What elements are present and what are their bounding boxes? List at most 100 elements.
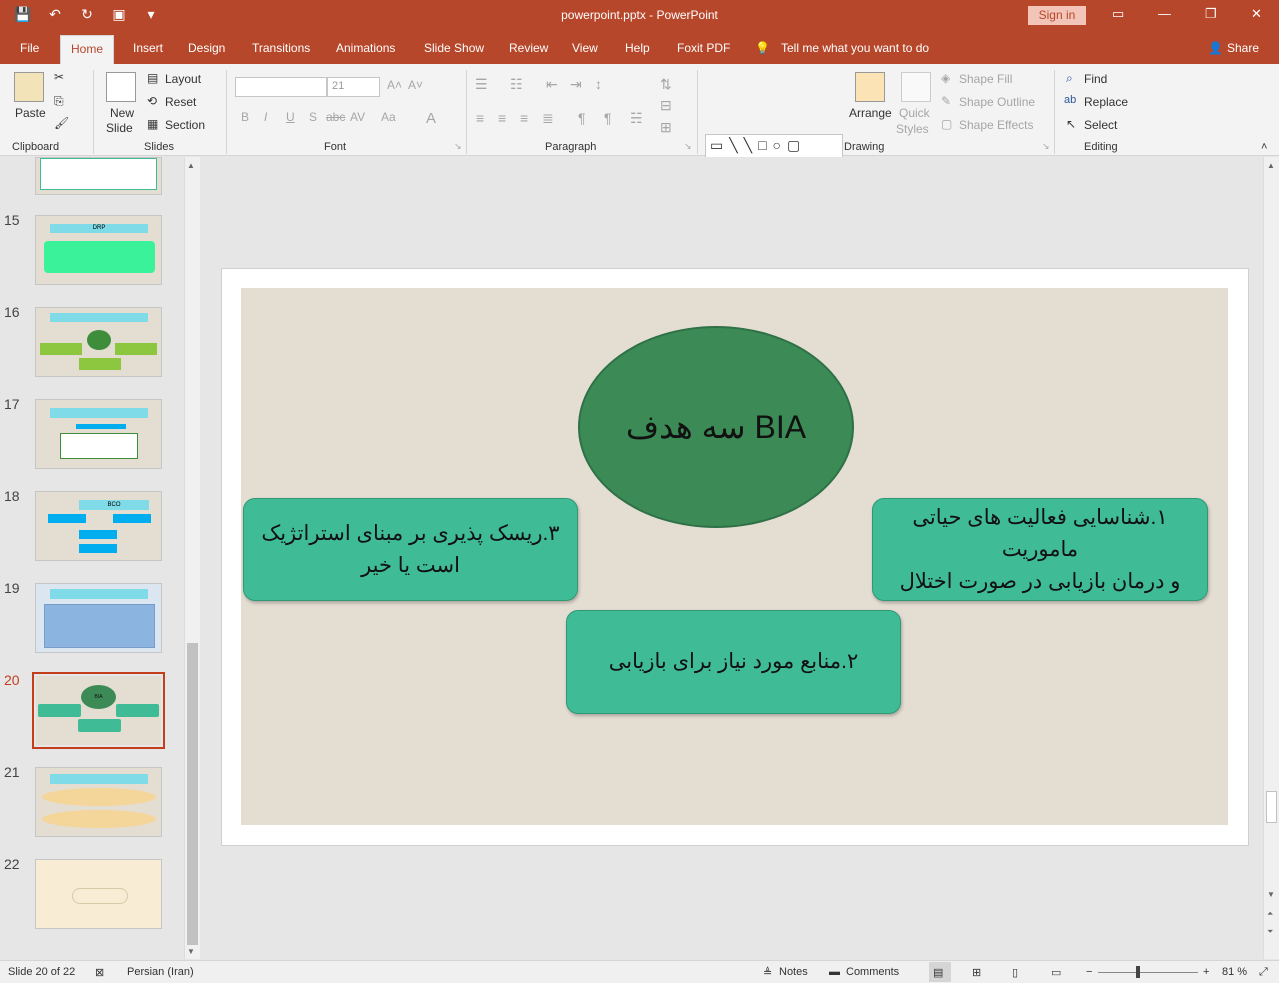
fit-to-window-icon[interactable]: ⤢ (1259, 966, 1268, 979)
char-spacing-button[interactable]: AV (350, 110, 365, 124)
columns-icon[interactable]: ☵ (630, 110, 643, 127)
replace-button[interactable]: Replace (1084, 95, 1128, 109)
zoom-slider-thumb[interactable] (1136, 966, 1140, 978)
reading-view-icon[interactable]: ▯ (1012, 966, 1018, 979)
arrange-button[interactable]: Arrange (849, 106, 892, 120)
change-case-button[interactable]: Aa (381, 110, 396, 124)
quick-styles-label-2[interactable]: Styles (896, 122, 929, 136)
ltr-icon[interactable]: ¶ (604, 110, 612, 126)
thumbnails-scrollbar[interactable]: ▲ ▼ (184, 157, 200, 959)
scroll-up-icon[interactable]: ▲ (187, 161, 195, 170)
cut-icon[interactable]: ✂ (54, 70, 64, 84)
increase-indent-icon[interactable]: ⇥ (570, 76, 582, 93)
tab-slide-show[interactable]: Slide Show (424, 41, 484, 55)
reset-button[interactable]: Reset (165, 95, 196, 109)
slide-thumbnail-18[interactable]: BCO (35, 491, 162, 561)
shape-fill-button[interactable]: Shape Fill (959, 72, 1012, 86)
shrink-font-icon[interactable]: A˅ (408, 78, 423, 92)
paste-icon[interactable] (14, 72, 44, 102)
format-painter-icon[interactable]: 🖌 (54, 116, 69, 130)
align-right-icon[interactable]: ≡ (520, 110, 528, 126)
slide-thumbnail-16[interactable] (35, 307, 162, 377)
tab-transitions[interactable]: Transitions (252, 41, 310, 55)
slide-thumbnail-21[interactable] (35, 767, 162, 837)
tab-insert[interactable]: Insert (133, 41, 163, 55)
justify-icon[interactable]: ≣ (542, 110, 554, 127)
collapse-ribbon-icon[interactable]: ˄ (1261, 141, 1267, 153)
font-dialog-launcher-icon[interactable]: ↘ (454, 141, 462, 152)
tab-help[interactable]: Help (625, 41, 650, 55)
notes-button[interactable]: Notes (779, 966, 808, 978)
strikethrough-button[interactable]: abc (326, 110, 345, 124)
slide-thumbnail-19[interactable] (35, 583, 162, 653)
slide-show-icon[interactable]: ▭ (1051, 966, 1061, 979)
align-center-icon[interactable]: ≡ (498, 110, 506, 126)
line-spacing-icon[interactable]: ↕ (595, 76, 602, 92)
decrease-indent-icon[interactable]: ⇤ (546, 76, 558, 93)
next-slide-icon[interactable]: ⏷ (1267, 927, 1273, 937)
tab-file[interactable]: File (20, 41, 39, 55)
scroll-down-icon[interactable]: ▼ (1267, 890, 1275, 899)
layout-button[interactable]: Layout (165, 72, 201, 86)
slide-thumbnail-15[interactable]: DRP (35, 215, 162, 285)
bold-button[interactable]: B (241, 110, 249, 124)
bullets-icon[interactable]: ☰ (475, 76, 488, 93)
customize-qat-icon[interactable]: ▾ (142, 6, 160, 23)
goal-box-1[interactable]: ۱.شناسایی فعالیت های حیاتی ماموریت و درم… (872, 498, 1208, 601)
tab-foxit-pdf[interactable]: Foxit PDF (677, 41, 730, 55)
grow-font-icon[interactable]: A˄ (387, 78, 402, 92)
new-slide-icon[interactable] (106, 72, 136, 102)
tab-animations[interactable]: Animations (336, 41, 395, 55)
copy-icon[interactable]: ⎘ (54, 94, 64, 109)
slide-thumbnail-17[interactable] (35, 399, 162, 469)
language-indicator[interactable]: Persian (Iran) (127, 966, 194, 978)
arrange-icon[interactable] (855, 72, 885, 102)
goal-box-2[interactable]: ۲.منابع مورد نیاز برای بازیابی (566, 610, 901, 714)
slide-thumbnail-14[interactable] (35, 157, 162, 195)
editor-vertical-scrollbar[interactable]: ▲ ▼ ⏶ ⏷ (1263, 157, 1279, 959)
select-button[interactable]: Select (1084, 118, 1117, 132)
slide-thumbnail-20[interactable]: BIA (32, 672, 165, 749)
shadow-button[interactable]: S (309, 110, 317, 124)
tab-design[interactable]: Design (188, 41, 225, 55)
minimize-button[interactable]: — (1158, 6, 1171, 21)
paste-button[interactable]: Paste (15, 106, 46, 120)
sign-in-button[interactable]: Sign in (1028, 6, 1086, 25)
quick-styles-label-1[interactable]: Quick (899, 106, 930, 120)
scroll-up-icon[interactable]: ▲ (1267, 161, 1275, 170)
center-ellipse[interactable]: سه هدف BIA (578, 326, 854, 528)
share-button[interactable]: Share (1227, 41, 1259, 55)
slide-thumbnails-pane[interactable]: 15 DRP 16 17 18 BCO 19 20 BIA 21 22 (0, 157, 184, 959)
shape-outline-button[interactable]: Shape Outline (959, 95, 1035, 109)
redo-icon[interactable]: ↻ (78, 6, 96, 23)
find-button[interactable]: Find (1084, 72, 1107, 86)
scroll-thumb[interactable] (187, 643, 198, 945)
comments-button[interactable]: Comments (846, 966, 899, 978)
zoom-slider[interactable] (1098, 972, 1198, 973)
quick-styles-icon[interactable] (901, 72, 931, 102)
zoom-in-icon[interactable]: + (1203, 966, 1209, 978)
tab-review[interactable]: Review (509, 41, 548, 55)
previous-slide-icon[interactable]: ⏶ (1267, 909, 1273, 919)
align-left-icon[interactable]: ≡ (476, 110, 484, 126)
align-text-icon[interactable]: ⊟ (660, 97, 672, 114)
smartart-icon[interactable]: ⊞ (660, 119, 672, 136)
tell-me-search[interactable]: Tell me what you want to do (781, 41, 929, 55)
tab-home[interactable]: Home (60, 35, 115, 64)
drawing-dialog-launcher-icon[interactable]: ↘ (1042, 141, 1050, 152)
underline-button[interactable]: U (286, 110, 295, 124)
new-slide-label-2[interactable]: Slide (106, 121, 133, 135)
text-direction-icon[interactable]: ⇅ (660, 76, 672, 93)
slide-sorter-icon[interactable]: ⊞ (972, 966, 981, 979)
font-color-button[interactable]: A (426, 110, 436, 127)
rtl-icon[interactable]: ¶ (578, 110, 586, 126)
paragraph-dialog-launcher-icon[interactable]: ↘ (684, 141, 692, 152)
font-size-combo[interactable]: 21 (327, 77, 380, 97)
close-button[interactable]: ✕ (1251, 6, 1262, 22)
new-slide-label-1[interactable]: New (110, 106, 134, 120)
zoom-out-icon[interactable]: − (1086, 966, 1092, 978)
scroll-thumb[interactable] (1266, 791, 1277, 823)
shape-effects-button[interactable]: Shape Effects (959, 118, 1034, 132)
save-icon[interactable]: 💾 (14, 6, 32, 23)
scroll-down-icon[interactable]: ▼ (187, 947, 195, 956)
